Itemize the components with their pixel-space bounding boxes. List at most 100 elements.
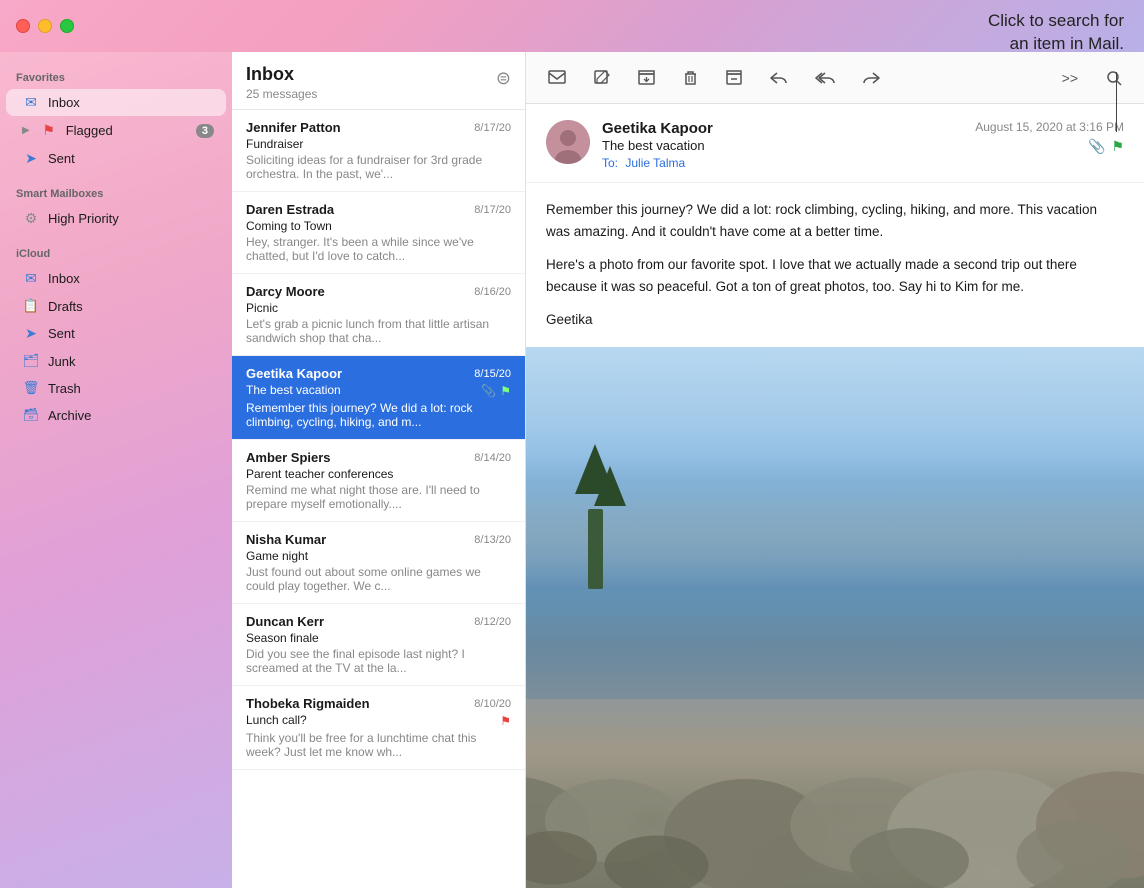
sidebar-item-drafts[interactable]: 📋 Drafts: [6, 293, 226, 319]
email-body: Remember this journey? We did a lot: roc…: [526, 183, 1144, 347]
msg-subject: Season finale: [246, 631, 511, 645]
msg-preview: Did you see the final episode last night…: [246, 647, 511, 675]
message-item[interactable]: Amber Spiers 8/14/20 Parent teacher conf…: [232, 440, 525, 522]
icloud-section-label: iCloud: [0, 240, 232, 264]
forward-button[interactable]: [857, 66, 886, 89]
msg-date: 8/14/20: [474, 452, 511, 464]
email-date-flags: August 15, 2020 at 3:16 PM 📎 ⚑: [975, 120, 1124, 155]
message-item[interactable]: Duncan Kerr 8/12/20 Season finale Did yo…: [232, 604, 525, 686]
msg-preview: Let's grab a picnic lunch from that litt…: [246, 317, 511, 345]
message-list: Inbox 25 messages ⊜ Jennifer Patton 8/17…: [232, 52, 526, 888]
email-from-row: Geetika Kapoor The best vacation To: Jul…: [546, 120, 1124, 170]
drafts-icon: 📋: [22, 298, 40, 314]
msg-date: 8/17/20: [474, 122, 511, 134]
email-flag-row: 📎 ⚑: [1088, 138, 1124, 155]
sidebar-item-trash[interactable]: 🗑 Trash: [6, 375, 226, 401]
compose-button[interactable]: [588, 66, 616, 90]
msg-subject: Parent teacher conferences: [246, 467, 511, 481]
close-button[interactable]: [16, 19, 30, 33]
email-paragraph-2: Here's a photo from our favorite spot. I…: [546, 254, 1124, 297]
message-item[interactable]: Nisha Kumar 8/13/20 Game night Just foun…: [232, 522, 525, 604]
email-sender-name: Geetika Kapoor: [602, 120, 963, 137]
email-to: To: Julie Talma: [602, 156, 963, 170]
email-subject-line: The best vacation: [602, 138, 963, 153]
msg-sender: Amber Spiers: [246, 450, 468, 465]
main-container: Favorites ✉ Inbox ▶ ⚑ Flagged 3 ➤ Sent S…: [0, 52, 1144, 888]
sidebar-item-inbox-fav[interactable]: ✉ Inbox: [6, 89, 226, 116]
traffic-lights: [16, 19, 74, 33]
msg-subject: The best vacation: [246, 383, 477, 397]
filter-button[interactable]: ⊜: [496, 68, 511, 89]
tree-top2-icon: [594, 466, 626, 506]
message-item[interactable]: Daren Estrada 8/17/20 Coming to Town Hey…: [232, 192, 525, 274]
msg-sender: Jennifer Patton: [246, 120, 468, 135]
sidebar-item-inbox-icloud[interactable]: ✉ Inbox: [6, 265, 226, 292]
archive-button[interactable]: [632, 66, 661, 90]
reading-pane: >>: [526, 52, 1144, 888]
msg-sender: Geetika Kapoor: [246, 366, 468, 381]
email-photo: [526, 347, 1144, 888]
avatar-image: [546, 120, 590, 164]
trash-icon: 🗑: [22, 380, 40, 396]
msg-preview: Just found out about some online games w…: [246, 565, 511, 593]
chevron-icon: ▶: [22, 125, 30, 136]
email-signature: Geetika: [546, 309, 1124, 331]
sidebar-item-archive[interactable]: 🗃 Archive: [6, 402, 226, 428]
reply-button[interactable]: [764, 66, 793, 89]
msg-date: 8/12/20: [474, 616, 511, 628]
message-item[interactable]: Thobeka Rigmaiden 8/10/20 Lunch call? ⚑ …: [232, 686, 525, 770]
delete-button[interactable]: [677, 66, 704, 90]
msg-sender: Daren Estrada: [246, 202, 468, 217]
smart-mailboxes-label: Smart Mailboxes: [0, 180, 232, 204]
email-meta: Geetika Kapoor The best vacation To: Jul…: [602, 120, 963, 170]
email-paragraph-1: Remember this journey? We did a lot: roc…: [546, 199, 1124, 242]
msg-sender: Nisha Kumar: [246, 532, 468, 547]
msg-date: 8/16/20: [474, 286, 511, 298]
sidebar-item-high-priority[interactable]: ⚙ High Priority: [6, 205, 226, 232]
junk-button[interactable]: [720, 66, 748, 90]
message-item[interactable]: Jennifer Patton 8/17/20 Fundraiser Solic…: [232, 110, 525, 192]
junk-icon: 🗂: [22, 353, 40, 369]
sidebar-item-label: Inbox: [48, 271, 214, 286]
msg-preview: Think you'll be free for a lunchtime cha…: [246, 731, 511, 759]
new-message-button[interactable]: [542, 66, 572, 90]
sidebar-item-label: Trash: [48, 381, 214, 396]
rocks-svg: [526, 590, 1144, 888]
flagged-icon: ⚑: [40, 122, 58, 139]
to-label: To:: [602, 156, 618, 170]
sidebar-item-sent-fav[interactable]: ➤ Sent: [6, 145, 226, 172]
email-date: August 15, 2020 at 3:16 PM: [975, 120, 1124, 134]
msg-preview: Remind me what night those are. I'll nee…: [246, 483, 511, 511]
sidebar-item-label: Sent: [48, 326, 214, 341]
minimize-button[interactable]: [38, 19, 52, 33]
sidebar-item-label: High Priority: [48, 211, 214, 226]
sidebar-item-label: Inbox: [48, 95, 214, 110]
message-list-title: Inbox: [246, 64, 317, 85]
msg-sender: Thobeka Rigmaiden: [246, 696, 468, 711]
reply-all-button[interactable]: [809, 66, 841, 89]
lake-photo: [526, 347, 1144, 888]
sidebar-item-sent-icloud[interactable]: ➤ Sent: [6, 320, 226, 347]
message-item[interactable]: Darcy Moore 8/16/20 Picnic Let's grab a …: [232, 274, 525, 356]
messages-container: Jennifer Patton 8/17/20 Fundraiser Solic…: [232, 110, 525, 888]
tooltip-line: [1116, 72, 1117, 132]
message-item-selected[interactable]: Geetika Kapoor 8/15/20 The best vacation…: [232, 356, 525, 440]
more-actions-button[interactable]: >>: [1056, 66, 1084, 90]
msg-icons: 8/15/20: [468, 368, 511, 380]
to-address: Julie Talma: [625, 156, 685, 170]
search-button[interactable]: [1100, 66, 1128, 90]
favorites-section-label: Favorites: [0, 64, 232, 88]
msg-subject: Fundraiser: [246, 137, 511, 151]
attachment-clip-icon: 📎: [1088, 138, 1105, 155]
email-flag-icon: ⚑: [1111, 138, 1124, 155]
flag-red-icon: ⚑: [500, 714, 511, 728]
msg-preview: Soliciting ideas for a fundraiser for 3r…: [246, 153, 511, 181]
gear-icon: ⚙: [22, 210, 40, 227]
sidebar: Favorites ✉ Inbox ▶ ⚑ Flagged 3 ➤ Sent S…: [0, 52, 232, 888]
maximize-button[interactable]: [60, 19, 74, 33]
sidebar-item-junk[interactable]: 🗂 Junk: [6, 348, 226, 374]
sidebar-item-label: Archive: [48, 408, 214, 423]
sidebar-item-label: Junk: [48, 354, 214, 369]
sidebar-item-flagged[interactable]: ▶ ⚑ Flagged 3: [6, 117, 226, 144]
msg-sender: Darcy Moore: [246, 284, 468, 299]
